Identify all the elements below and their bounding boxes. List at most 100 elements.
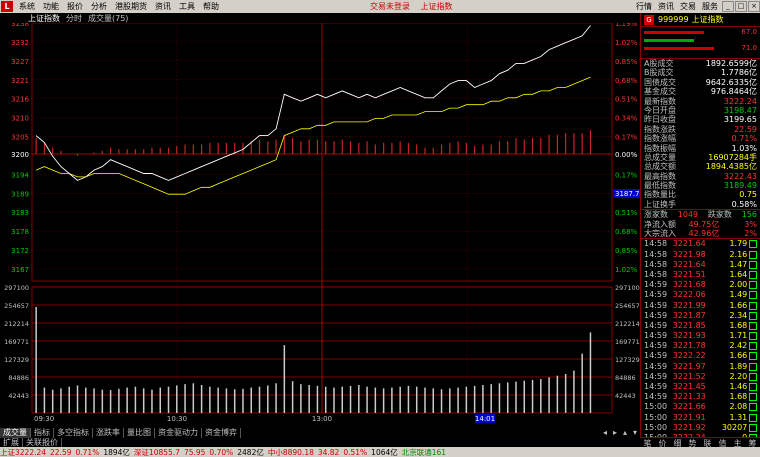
breadth-value: 49.75亿 bbox=[688, 219, 720, 229]
quote-stat-value: 976.8464亿 bbox=[710, 87, 757, 97]
tick-volume: 2.08 bbox=[729, 402, 748, 412]
chart-canvas[interactable]: 3238 1.19%3232 1.02%3227 0.85%3221 0.68%3216… bbox=[0, 13, 640, 428]
close-icon[interactable]: × bbox=[748, 1, 760, 12]
vol-tick-label-left: 84886 bbox=[8, 374, 29, 382]
menu-tools[interactable]: 工具 bbox=[175, 1, 199, 12]
vol-tick-label-left: 212214 bbox=[4, 320, 29, 328]
x-tick-label: 13:00 bbox=[312, 415, 332, 423]
tick-row[interactable]: 14:58 3221.98 2.16 bbox=[641, 250, 760, 260]
tick-row[interactable]: 14:59 3221.87 2.34 bbox=[641, 311, 760, 321]
panel-foot-tab[interactable]: 联 bbox=[700, 438, 715, 448]
menu-function[interactable]: 功能 bbox=[39, 1, 63, 12]
login-status[interactable]: 交易未登录 bbox=[370, 2, 410, 11]
chart-mode[interactable]: 分时 bbox=[66, 13, 82, 23]
tab-expand[interactable]: 扩展 bbox=[0, 438, 23, 447]
intraday-chart[interactable]: 3238 1.19% 3232 1.02% 3227 0.85% 3221 0.68% 3216… bbox=[0, 13, 640, 428]
y-tick-label-left: 3205 bbox=[11, 134, 29, 142]
scroll-up-icon[interactable]: ▴ bbox=[620, 428, 630, 438]
quote-stat-label: 上证换手 bbox=[644, 199, 676, 209]
tick-volume: 1.89 bbox=[729, 361, 748, 371]
tick-time: 14:58 bbox=[644, 269, 668, 279]
tick-row[interactable]: 14:58 3221.51 1.64 bbox=[641, 270, 760, 280]
tick-row[interactable]: 15:00 3221.92 30207 bbox=[641, 423, 760, 433]
tick-row[interactable]: 14:59 3222.06 1.49 bbox=[641, 290, 760, 300]
y-tick-label-left: 3189 bbox=[11, 190, 29, 198]
minimize-icon[interactable]: _ bbox=[722, 1, 734, 12]
panel-foot-tab[interactable]: 势 bbox=[685, 438, 700, 448]
bar-red bbox=[644, 30, 704, 34]
menu-quote[interactable]: 报价 bbox=[63, 1, 87, 12]
quote-stat-label: A股成交 bbox=[644, 59, 674, 68]
panel-foot-tab[interactable]: 笔 bbox=[640, 438, 655, 448]
tick-flag-icon bbox=[749, 311, 757, 320]
tick-row[interactable]: 14:59 3221.85 1.68 bbox=[641, 321, 760, 331]
status-sh[interactable]: 上证3222.24 bbox=[0, 447, 46, 457]
panel-foot-tab[interactable]: 筹 bbox=[745, 438, 760, 448]
price-cursor-label: 3187.74 bbox=[615, 190, 640, 198]
y-tick-label-right: 0.34% bbox=[615, 115, 638, 123]
menu-system[interactable]: 系统 bbox=[15, 1, 39, 12]
status-zx[interactable]: 中小8890.18 bbox=[268, 447, 314, 457]
panel-foot-tab[interactable]: 值 bbox=[715, 438, 730, 448]
tick-row[interactable]: 14:59 3221.78 2.42 bbox=[641, 341, 760, 351]
menu-info[interactable]: 资讯 bbox=[655, 1, 677, 12]
breadth-label: 净流入额 bbox=[644, 219, 676, 229]
tick-row[interactable]: 14:59 3221.52 2.20 bbox=[641, 372, 760, 382]
tab-volume-ratio[interactable]: 量比图 bbox=[124, 428, 155, 438]
y-tick-label-left: 3232 bbox=[11, 39, 29, 47]
y-tick-label-left: 3194 bbox=[11, 171, 29, 179]
tick-row[interactable]: 14:59 3221.99 1.66 bbox=[641, 301, 760, 311]
menu-news[interactable]: 资讯 bbox=[151, 1, 175, 12]
menu-hk-futures[interactable]: 港股期货 bbox=[111, 1, 151, 12]
menu-help[interactable]: 帮助 bbox=[199, 1, 223, 12]
security-code: 999999 bbox=[658, 15, 689, 24]
tab-adv-decline[interactable]: 涨跌率 bbox=[93, 428, 124, 438]
menu-trade[interactable]: 交易 bbox=[677, 1, 699, 12]
menu-market[interactable]: 行情 bbox=[633, 1, 655, 12]
tick-flag-icon bbox=[749, 281, 757, 290]
tick-row[interactable]: 14:59 3222.22 1.66 bbox=[641, 351, 760, 361]
tick-row[interactable]: 14:58 3221.64 1.79 bbox=[641, 239, 760, 249]
tick-volume: 2.16 bbox=[729, 249, 748, 259]
vol-tick-label-right: 84886 bbox=[615, 374, 636, 382]
scroll-left-icon[interactable]: ◂ bbox=[600, 428, 610, 438]
menu-analysis[interactable]: 分析 bbox=[87, 1, 111, 12]
tick-price: 3222.06 bbox=[672, 290, 706, 300]
tick-row[interactable]: 15:00 3221.91 1.31 bbox=[641, 413, 760, 423]
panel-foot-tab[interactable]: 主 bbox=[730, 438, 745, 448]
status-server[interactable]: 北京联通161 bbox=[402, 447, 446, 457]
panel-foot-tab[interactable]: 价 bbox=[655, 438, 670, 448]
quote-stat-row: 总成交额 1894.4385亿 bbox=[641, 162, 760, 171]
quote-stat-label: 昨日收盘 bbox=[644, 115, 676, 125]
tab-fund-game[interactable]: 资金博弈 bbox=[202, 428, 241, 438]
chart-indicator[interactable]: 成交量(75) bbox=[88, 13, 128, 23]
y-tick-label-right: 1.02% bbox=[615, 39, 638, 47]
y-tick-label-left: 3167 bbox=[11, 266, 29, 274]
panel-foot-tab[interactable]: 细 bbox=[670, 438, 685, 448]
quote-stat-value: 0.75 bbox=[739, 190, 757, 200]
tick-time: 14:58 bbox=[644, 249, 668, 259]
panel-title: G 999999 上证指数 bbox=[641, 13, 760, 27]
tick-list[interactable]: 14:58 3221.64 1.79 14:58 3221.98 2.16 14:58 322… bbox=[641, 239, 760, 443]
status-sz[interactable]: 深证10855.7 bbox=[134, 447, 180, 457]
vol-tick-label-left: 42443 bbox=[8, 392, 29, 400]
tick-row[interactable]: 14:58 3221.64 1.47 bbox=[641, 260, 760, 270]
tab-volume[interactable]: 成交量 bbox=[0, 428, 31, 438]
tick-flag-icon bbox=[749, 342, 757, 351]
tick-row[interactable]: 14:59 3221.97 1.89 bbox=[641, 362, 760, 372]
tick-row[interactable]: 14:59 3221.33 1.68 bbox=[641, 392, 760, 402]
scroll-down-icon[interactable]: ▾ bbox=[630, 428, 640, 438]
y-tick-label-right: 0.68% bbox=[615, 77, 638, 85]
tick-row[interactable]: 15:00 3221.66 2.08 bbox=[641, 402, 760, 412]
tab-long-short[interactable]: 多空指标 bbox=[54, 428, 93, 438]
menu-service[interactable]: 服务 bbox=[699, 1, 721, 12]
tab-indicator[interactable]: 指标 bbox=[31, 428, 54, 438]
maximize-icon[interactable]: □ bbox=[735, 1, 747, 12]
tick-row[interactable]: 14:59 3221.45 1.46 bbox=[641, 382, 760, 392]
tab-fund-drive[interactable]: 资金驱动力 bbox=[155, 428, 202, 438]
y-tick-label-right: 1.02% bbox=[615, 266, 638, 274]
tick-row[interactable]: 14:59 3221.93 1.71 bbox=[641, 331, 760, 341]
tick-row[interactable]: 14:59 3221.68 2.00 bbox=[641, 280, 760, 290]
scroll-right-icon[interactable]: ▸ bbox=[610, 428, 620, 438]
tab-related-quote[interactable]: 关联报价 bbox=[23, 438, 62, 447]
